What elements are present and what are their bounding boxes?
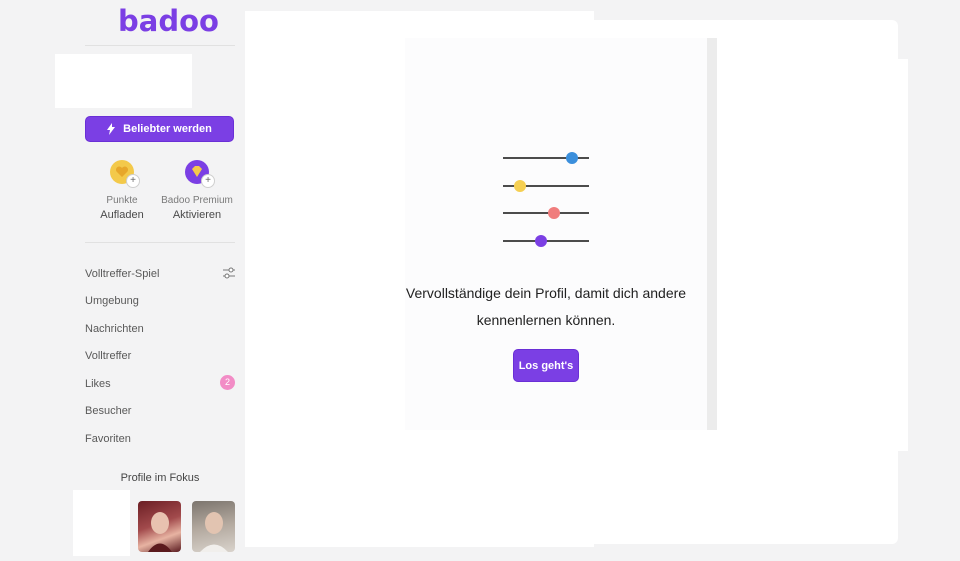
- premium-tile-label: Badoo Premium: [161, 195, 233, 206]
- featured-profiles-title: Profile im Fokus: [120, 472, 200, 484]
- plus-icon: +: [126, 174, 140, 188]
- featured-profile-photo[interactable]: [138, 501, 181, 552]
- diamond-icon: +: [185, 160, 215, 188]
- nav-item-label: Volltreffer-Spiel: [85, 268, 160, 280]
- nav-item-likes[interactable]: Likes: [85, 378, 111, 390]
- lightning-icon: [107, 123, 116, 135]
- points-tile[interactable]: + Punkte Aufladen: [82, 160, 162, 222]
- nav-item-label: Besucher: [85, 405, 132, 417]
- filter-sliders-icon[interactable]: [222, 266, 236, 285]
- nav-item-nearby[interactable]: Umgebung: [85, 295, 139, 307]
- profile-sliders-illustration: [503, 150, 591, 253]
- likes-count-badge: 2: [220, 375, 235, 390]
- nav-item-messages[interactable]: Nachrichten: [85, 323, 144, 335]
- become-popular-button[interactable]: Beliebter werden: [85, 116, 234, 142]
- points-tile-action: Aufladen: [100, 209, 144, 221]
- nav-item-favorites[interactable]: Favoriten: [85, 433, 131, 445]
- nav-item-label: Umgebung: [85, 295, 139, 307]
- premium-tile[interactable]: + Badoo Premium Aktivieren: [157, 160, 237, 222]
- user-avatar-placeholder[interactable]: [55, 54, 192, 108]
- premium-tile-action: Aktivieren: [172, 209, 222, 221]
- nav-item-match-game[interactable]: Volltreffer-Spiel: [85, 268, 159, 280]
- nav-item-label: Nachrichten: [85, 323, 144, 335]
- featured-profile-photo[interactable]: [192, 501, 235, 552]
- points-tile-label: Punkte: [106, 195, 138, 206]
- nav-item-matches[interactable]: Volltreffer: [85, 350, 131, 362]
- sidebar-divider-top: [85, 45, 235, 46]
- nav-item-label: Likes: [85, 378, 111, 390]
- card-separator: [707, 38, 717, 430]
- featured-profile-placeholder[interactable]: [73, 490, 130, 556]
- right-side-panel: [717, 59, 908, 451]
- complete-profile-message: Vervollständige dein Profil, damit dich …: [405, 285, 687, 328]
- badoo-logo[interactable]: badoo: [118, 4, 219, 40]
- sidebar-divider-middle: [85, 242, 235, 243]
- nav-item-visitors[interactable]: Besucher: [85, 405, 131, 417]
- lets-go-button[interactable]: Los geht's: [513, 349, 579, 382]
- heart-coin-icon: +: [110, 160, 140, 188]
- plus-icon: +: [201, 174, 215, 188]
- become-popular-label: Beliebter werden: [123, 123, 212, 135]
- nav-item-label: Favoriten: [85, 433, 131, 445]
- nav-item-label: Volltreffer: [85, 350, 132, 362]
